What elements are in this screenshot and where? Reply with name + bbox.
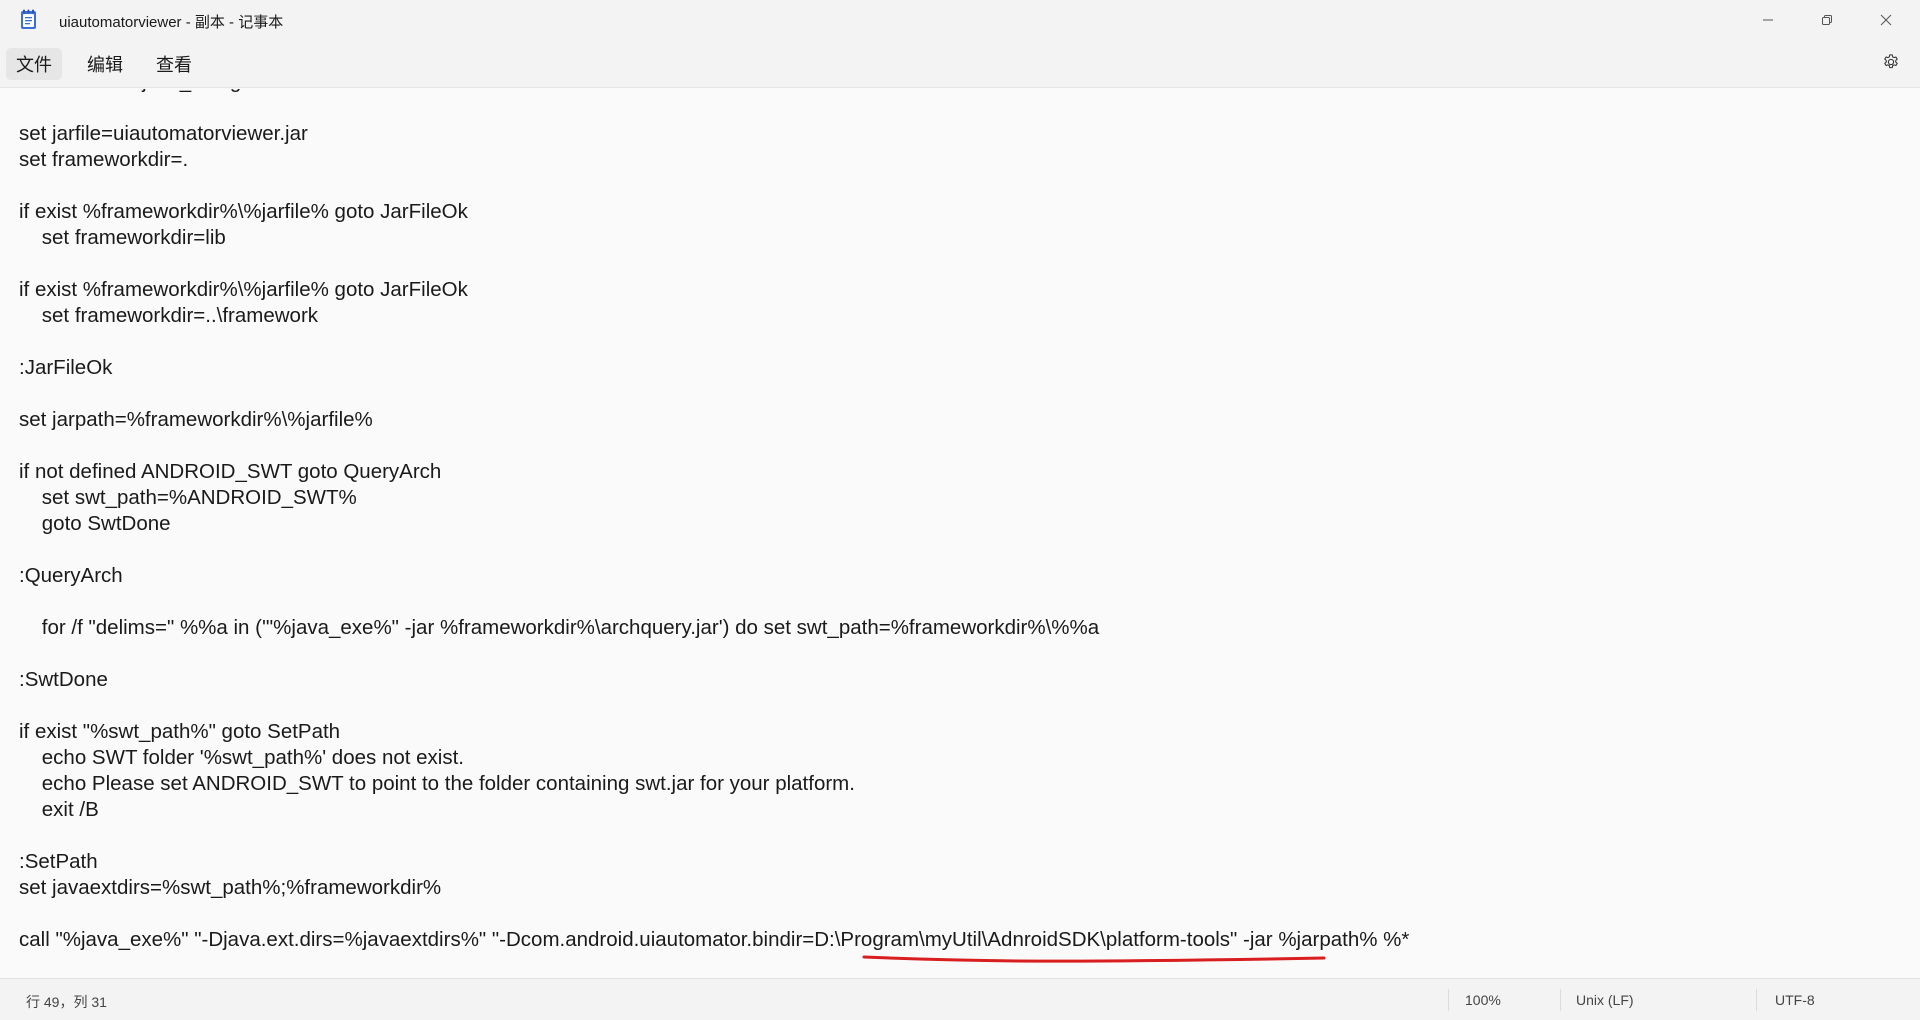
status-divider [1560, 989, 1561, 1011]
menu-file[interactable]: 文件 [6, 48, 62, 80]
text-line[interactable]: set frameworkdir=. [19, 147, 1409, 173]
text-line[interactable]: :JarFileOk [19, 355, 1409, 381]
red-underline-annotation [862, 955, 1326, 963]
text-line[interactable] [19, 641, 1409, 667]
status-bar: 行 49，列 31 100% Unix (LF) UTF-8 [0, 978, 1920, 1020]
text-line[interactable]: set frameworkdir=..\framework [19, 303, 1409, 329]
text-line[interactable] [19, 589, 1409, 615]
text-line[interactable]: :SetPath [19, 849, 1409, 875]
text-line[interactable]: echo SWT folder '%swt_path%' does not ex… [19, 745, 1409, 771]
text-line[interactable]: set swt_path=%ANDROID_SWT% [19, 485, 1409, 511]
text-line[interactable]: if not defined ANDROID_SWT goto QueryArc… [19, 459, 1409, 485]
text-line[interactable]: set jarfile=uiautomatorviewer.jar [19, 121, 1409, 147]
menu-view[interactable]: 查看 [146, 48, 202, 80]
window-title: uiautomatorviewer - 副本 - 记事本 [59, 14, 284, 31]
text-line[interactable]: :QueryArch [19, 563, 1409, 589]
minimize-icon [1762, 14, 1774, 26]
text-line[interactable] [19, 901, 1409, 927]
text-line[interactable]: :SwtDone [19, 667, 1409, 693]
text-line[interactable]: goto SwtDone [19, 511, 1409, 537]
text-line[interactable]: echo Please set ANDROID_SWT to point to … [19, 771, 1409, 797]
text-line[interactable]: set jarpath=%frameworkdir%\%jarfile% [19, 407, 1409, 433]
text-line[interactable]: if exist %frameworkdir%\%jarfile% goto J… [19, 277, 1409, 303]
text-line[interactable]: set javaextdirs=%swt_path%;%frameworkdir… [19, 875, 1409, 901]
close-button[interactable] [1857, 0, 1915, 40]
text-line[interactable]: if exist "%swt_path%" goto SetPath [19, 719, 1409, 745]
restore-icon [1821, 14, 1833, 26]
status-divider [1448, 989, 1449, 1011]
text-line[interactable] [19, 251, 1409, 277]
text-line[interactable] [19, 433, 1409, 459]
text-line[interactable] [19, 95, 1409, 121]
restore-button[interactable] [1798, 0, 1856, 40]
text-line[interactable]: if exist %frameworkdir%\%jarfile% goto J… [19, 199, 1409, 225]
status-divider [1756, 989, 1757, 1011]
text-line[interactable]: call "%java_exe%" "-Djava.ext.dirs=%java… [19, 927, 1409, 953]
text-line[interactable] [19, 823, 1409, 849]
line-ending[interactable]: Unix (LF) [1576, 992, 1634, 1008]
text-line[interactable]: exit /B [19, 797, 1409, 823]
cursor-position: 行 49，列 31 [26, 994, 107, 1010]
menu-bar: 文件 编辑 查看 [0, 40, 1920, 88]
vertical-scrollbar[interactable] [1916, 89, 1920, 977]
text-line[interactable] [19, 173, 1409, 199]
zoom-level[interactable]: 100% [1465, 992, 1501, 1008]
text-line[interactable] [19, 329, 1409, 355]
minimize-button[interactable] [1739, 0, 1797, 40]
text-line[interactable]: for /f "delims=" %%a in ('"%java_exe%" -… [19, 615, 1409, 641]
title-bar: uiautomatorviewer - 副本 - 记事本 [0, 0, 1920, 40]
settings-button[interactable] [1874, 48, 1908, 80]
menu-edit[interactable]: 编辑 [77, 48, 133, 80]
text-line[interactable] [19, 693, 1409, 719]
encoding[interactable]: UTF-8 [1775, 992, 1815, 1008]
text-editor[interactable]: if not defined java_exe goto :EOFset jar… [0, 89, 1920, 977]
gear-icon [1882, 53, 1900, 76]
editor-text[interactable]: if not defined java_exe goto :EOFset jar… [19, 89, 1409, 953]
close-icon [1880, 14, 1892, 26]
text-line[interactable] [19, 381, 1409, 407]
notepad-icon [20, 9, 37, 30]
text-line[interactable]: set frameworkdir=lib [19, 225, 1409, 251]
text-line[interactable] [19, 537, 1409, 563]
